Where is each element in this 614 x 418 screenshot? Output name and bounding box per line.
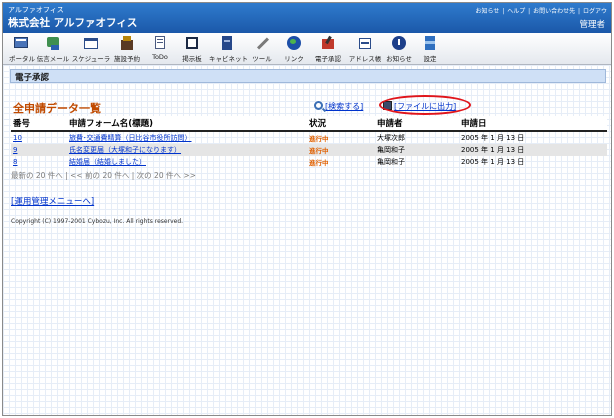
- toolbar-address-book[interactable]: アドレス帳: [348, 35, 382, 63]
- settings-icon: [421, 35, 439, 51]
- copyright-notice: Copyright (C) 1997-2001 Cybozu, Inc. All…: [11, 218, 184, 225]
- column-header-applicant: 申請者: [375, 116, 459, 132]
- table-row: 8 結婚届（結婚しました） 進行中 亀岡和子 2005 年 1 月 13 日: [11, 156, 607, 168]
- message-mail-icon: [44, 35, 62, 51]
- toolbar-tool[interactable]: ツール: [250, 35, 274, 63]
- row-number-link[interactable]: 8: [13, 158, 17, 166]
- column-header-form: 申請フォーム名(標題): [67, 116, 307, 132]
- list-title: 全申請データ一覧: [13, 102, 101, 115]
- row-form-link[interactable]: 結婚届（結婚しました）: [69, 158, 146, 166]
- toolbar-portal[interactable]: ポータル: [9, 35, 35, 63]
- todo-icon: [151, 35, 169, 51]
- row-number-cell: 10: [11, 131, 67, 144]
- header-link-notice[interactable]: お知らせ: [475, 8, 499, 15]
- address-book-icon: [356, 35, 374, 51]
- facility-icon: [118, 35, 136, 51]
- main-content: 電子承認 全申請データ一覧 [検索する] [ファイルに出力] 番号 申請フォーム…: [3, 65, 611, 415]
- link-icon: [285, 35, 303, 51]
- application-table: 番号 申請フォーム名(標題) 状況 申請者 申請日 10 旅費･交通費精算（日比…: [11, 116, 607, 168]
- toolbar-link[interactable]: リンク: [282, 35, 306, 63]
- toolbar-scheduler[interactable]: スケジューラ: [71, 35, 111, 63]
- section-title-bar: 電子承認: [10, 69, 606, 83]
- toolbar-bulletin-board[interactable]: 掲示板: [179, 35, 205, 63]
- row-date: 2005 年 1 月 13 日: [461, 158, 525, 166]
- row-status: 進行中: [307, 144, 375, 156]
- column-header-status: 状況: [307, 116, 375, 132]
- header-link-separator: |: [528, 8, 531, 15]
- admin-menu-link[interactable]: [運用管理メニューへ]: [11, 195, 94, 207]
- row-date: 2005 年 1 月 13 日: [461, 134, 525, 142]
- browser-page: アルファオフィス 株式会社 アルファオフィス お知らせ | ヘルプ | お問い合…: [2, 2, 612, 416]
- search-link[interactable]: [検索する]: [325, 102, 363, 111]
- column-header-number: 番号: [11, 116, 67, 132]
- header-link-separator: |: [578, 8, 581, 15]
- row-form-cell: 氏名変更届（大塚和子になります）: [67, 144, 307, 156]
- toolbar-notice[interactable]: お知らせ: [385, 35, 413, 63]
- row-applicant: 亀岡和子: [377, 158, 405, 166]
- toolbar-todo[interactable]: ToDo: [147, 35, 173, 61]
- table-row: 9 氏名変更届（大塚和子になります） 進行中 亀岡和子 2005 年 1 月 1…: [11, 144, 607, 156]
- table-row: 10 旅費･交通費精算（日比谷市役所訪問） 進行中 大塚次郎 2005 年 1 …: [11, 131, 607, 144]
- highlight-annotation: [379, 95, 471, 115]
- header-link-contact[interactable]: お問い合わせ先: [533, 8, 575, 15]
- cabinet-icon: [218, 35, 236, 51]
- portal-icon: [12, 35, 30, 51]
- row-date: 2005 年 1 月 13 日: [459, 144, 607, 156]
- row-status: 進行中: [309, 135, 329, 143]
- row-number-link[interactable]: 9: [13, 146, 17, 154]
- notice-icon: [390, 35, 408, 51]
- approval-icon: [319, 35, 337, 51]
- row-form-link[interactable]: 旅費･交通費精算（日比谷市役所訪問）: [69, 134, 192, 142]
- toolbar-cabinet[interactable]: キャビネット: [209, 35, 248, 63]
- header-link-separator: |: [502, 8, 505, 15]
- bulletin-board-icon: [183, 35, 201, 51]
- app-toolbar: ポータル 伝言メール スケジューラ 施設予約 ToDo 掲示板 キャビネット ツ…: [3, 33, 611, 65]
- column-header-date: 申請日: [459, 116, 607, 132]
- row-number-cell: 9: [11, 144, 67, 156]
- toolbar-approval[interactable]: 電子承認: [313, 35, 343, 63]
- row-status: 進行中: [309, 159, 329, 167]
- row-applicant: 大塚次郎: [377, 134, 405, 142]
- user-name: 管理者: [579, 20, 605, 30]
- row-form-cell: 旅費･交通費精算（日比谷市役所訪問）: [67, 131, 307, 144]
- row-form-link[interactable]: 氏名変更届（大塚和子になります）: [69, 146, 181, 154]
- toolbar-message-mail[interactable]: 伝言メール: [36, 35, 70, 63]
- app-header: アルファオフィス 株式会社 アルファオフィス お知らせ | ヘルプ | お問い合…: [3, 3, 611, 33]
- row-applicant: 亀岡和子: [375, 144, 459, 156]
- scheduler-icon: [82, 35, 100, 51]
- search-icon[interactable]: [314, 101, 323, 110]
- header-link-logout[interactable]: ログアウ: [583, 8, 607, 15]
- brand-subtitle: アルファオフィス: [8, 6, 64, 14]
- row-number-link[interactable]: 10: [13, 134, 22, 142]
- toolbar-facility[interactable]: 施設予約: [111, 35, 143, 63]
- pagination: 最新の 20 件へ | << 前の 20 件へ | 次の 20 件へ >>: [11, 171, 196, 180]
- row-form-cell: 結婚届（結婚しました）: [67, 156, 307, 168]
- row-number-cell: 8: [11, 156, 67, 168]
- table-header-row: 番号 申請フォーム名(標題) 状況 申請者 申請日: [11, 116, 607, 132]
- tool-icon: [253, 35, 271, 51]
- company-name: 株式会社 アルファオフィス: [8, 17, 138, 29]
- header-links: お知らせ | ヘルプ | お問い合わせ先 | ログアウ: [474, 6, 607, 15]
- header-link-help[interactable]: ヘルプ: [507, 8, 525, 15]
- toolbar-settings[interactable]: 設定: [419, 35, 441, 63]
- search-area: [検索する]: [314, 101, 363, 112]
